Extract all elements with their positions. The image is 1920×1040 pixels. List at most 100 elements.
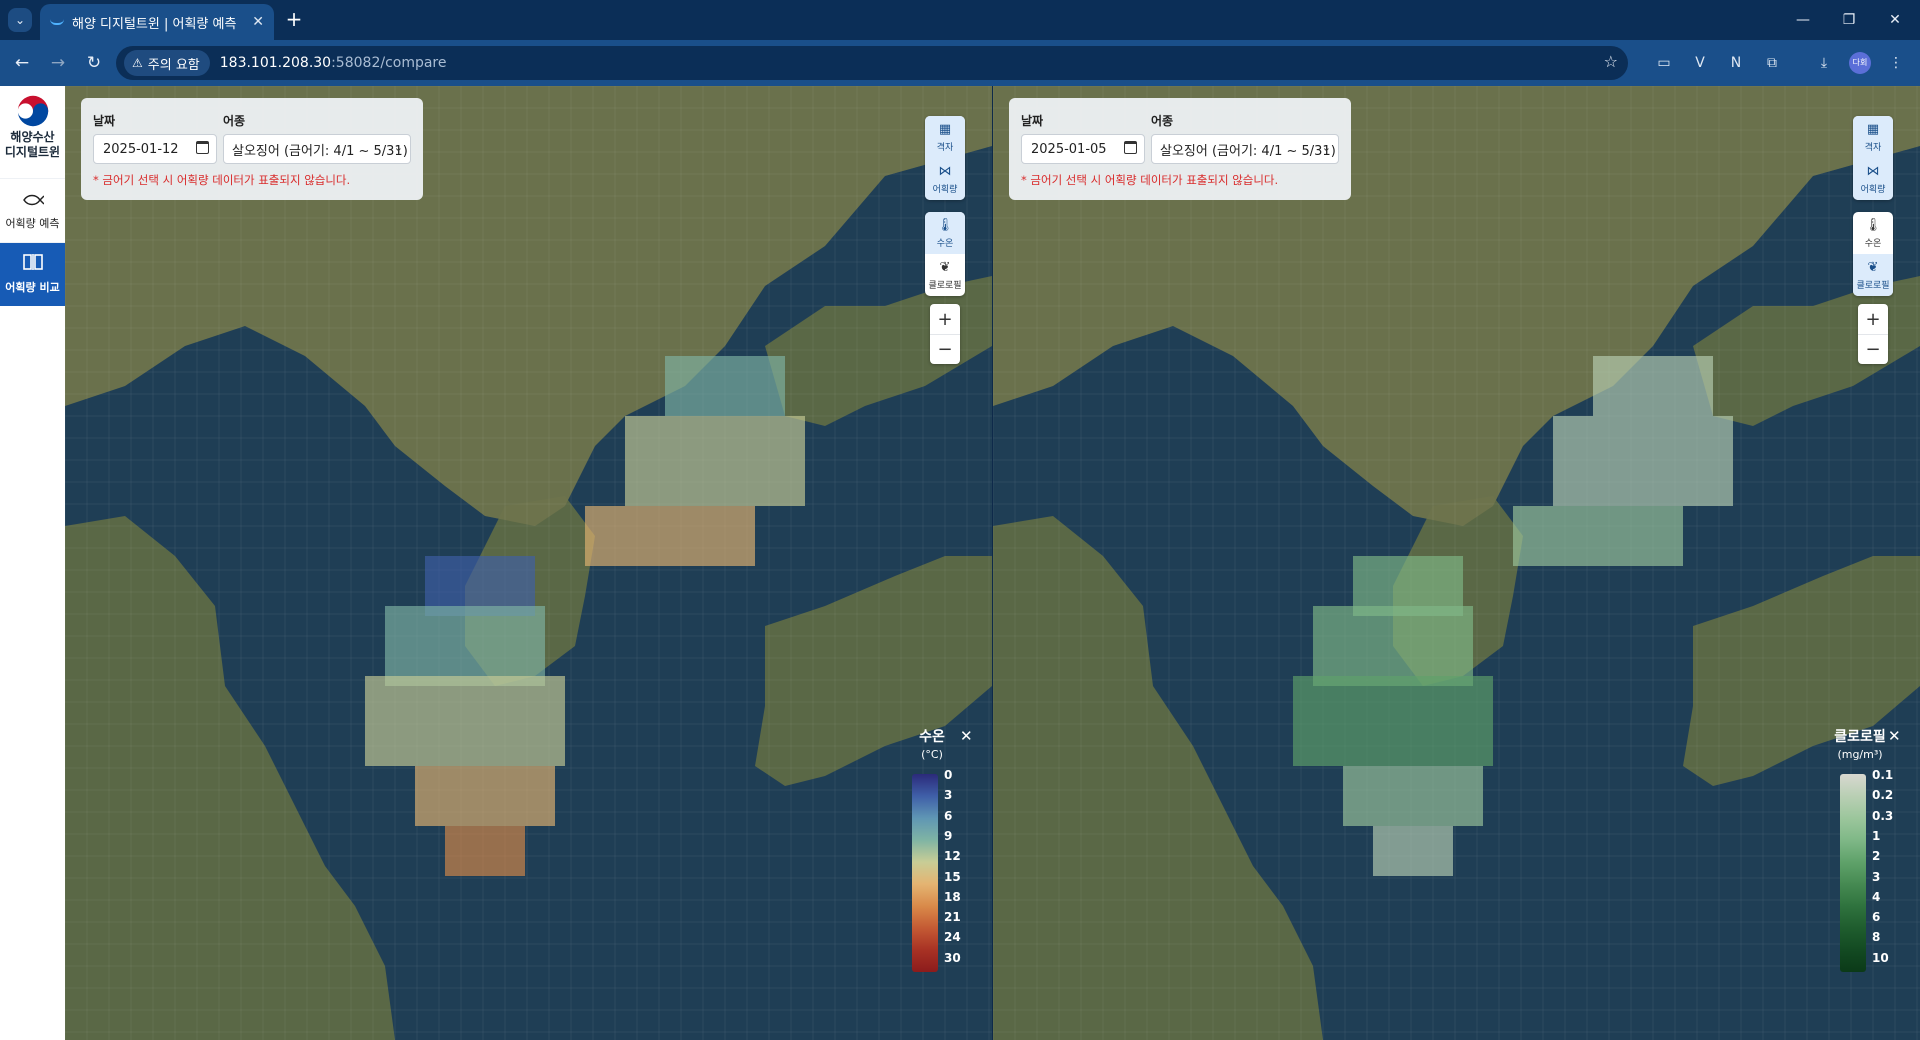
catch-toggle-label: 어획량 [932, 184, 958, 195]
legend-tick-label: 9 [944, 828, 953, 843]
window-close-button[interactable]: ✕ [1872, 0, 1918, 40]
grid-data-block [1513, 506, 1683, 566]
legend-color-bar [1840, 774, 1866, 972]
taegeuk-logo-icon [15, 93, 50, 129]
warning-triangle-icon: ⚠ [132, 56, 143, 70]
zoom-in-button[interactable]: + [930, 304, 960, 334]
zoom-out-button[interactable]: − [1858, 334, 1888, 364]
legend-tick-label: 0.1 [1872, 768, 1894, 782]
legend-close-icon[interactable]: ✕ [960, 727, 973, 745]
address-bar[interactable]: ⚠ 주의 요함 183.101.208.30:58082/compare ☆ [116, 46, 1628, 80]
bookmark-star-icon[interactable]: ☆ [1604, 52, 1618, 71]
tab-close-icon[interactable]: ✕ [252, 14, 264, 30]
extensions-puzzle-icon[interactable]: ⧉ [1760, 51, 1784, 75]
grid-data-block [1593, 356, 1713, 416]
grid-icon: ▦ [1866, 121, 1880, 137]
profile-avatar[interactable]: 다회 [1849, 52, 1871, 74]
sidebar-item-catch-compare[interactable]: 어획량 비교 [0, 242, 65, 306]
temperature-toggle-button[interactable]: 🌡 수온 [1853, 212, 1893, 254]
grid-toggle-label: 격자 [1864, 142, 1882, 153]
minimize-button[interactable]: — [1780, 0, 1826, 40]
species-label: 어종 [223, 114, 246, 128]
temperature-toggle-button[interactable]: 🌡 수온 [925, 212, 965, 254]
new-tab-button[interactable]: + [282, 8, 306, 32]
restore-button[interactable]: ❐ [1826, 0, 1872, 40]
zoom-controls: + − [1858, 304, 1888, 364]
catch-toggle-button[interactable]: ⋈ 어획량 [925, 158, 965, 200]
chlorophyll-toggle-button[interactable]: ❦ 클로로필 [1853, 254, 1893, 296]
grid-toggle-button[interactable]: ▦ 격자 [925, 116, 965, 158]
env-layer-group: 🌡 수온 ❦ 클로로필 [925, 212, 965, 296]
date-input[interactable]: 2025-01-05 [1021, 134, 1145, 164]
map-panel-left[interactable]: 날짜 어종 2025-01-12 살오징어 (금어기: 4/1 ~ 5/31) ⌄… [65, 86, 992, 1040]
legend-tick-label: 0.3 [1872, 808, 1894, 823]
calendar-icon[interactable] [196, 141, 209, 154]
security-warning-chip[interactable]: ⚠ 주의 요함 [124, 50, 210, 76]
catch-toggle-button[interactable]: ⋈ 어획량 [1853, 158, 1893, 200]
date-value: 2025-01-05 [1031, 141, 1107, 157]
closed-season-warning: * 금어기 선택 시 어획량 데이터가 표출되지 않습니다. [1021, 173, 1279, 187]
legend-tick-label: 30 [944, 950, 961, 965]
legend-tick-label: 1 [1872, 828, 1881, 843]
species-select[interactable]: 살오징어 (금어기: 4/1 ~ 5/31) ⌄ [1151, 134, 1339, 164]
browser-tab-active[interactable]: 해양 디지털트윈 | 어획량 예측 ✕ [40, 4, 274, 40]
legend-tick-label: 21 [944, 910, 961, 925]
logo-line-1: 해양수산 [10, 130, 55, 144]
temperature-toggle-label: 수온 [936, 238, 954, 249]
chevron-down-icon: ⌄ [14, 13, 26, 27]
back-arrow-icon[interactable]: ← [10, 51, 34, 75]
legend-tick-label: 8 [1872, 930, 1881, 945]
zoom-out-button[interactable]: − [930, 334, 960, 364]
grid-data-block [1343, 766, 1483, 826]
map-panel-right[interactable]: 날짜 어종 2025-01-05 살오징어 (금어기: 4/1 ~ 5/31) ⌄… [993, 86, 1920, 1040]
notion-icon[interactable]: N [1724, 51, 1748, 75]
satellite-map[interactable] [993, 86, 1920, 1040]
fish-icon: ⋈ [1866, 163, 1880, 179]
chevron-down-icon: ⌄ [393, 141, 403, 154]
legend-title: 클로로필 [1834, 729, 1886, 745]
legend-title: 수온 [919, 729, 945, 745]
menu-dots-icon[interactable]: ⋮ [1884, 51, 1908, 75]
zoom-in-button[interactable]: + [1858, 304, 1888, 334]
logo[interactable]: 해양수산 디지털트윈 [0, 86, 65, 170]
tab-search-button[interactable]: ⌄ [8, 8, 32, 32]
leaf-icon: ❦ [939, 259, 951, 275]
legend-color-bar [912, 774, 938, 972]
extension-v-icon[interactable]: V [1688, 51, 1712, 75]
url-host: 183.101.208.30 [219, 55, 332, 71]
legend-close-icon[interactable]: ✕ [1888, 727, 1901, 745]
grid-data-block [385, 606, 545, 686]
species-select[interactable]: 살오징어 (금어기: 4/1 ~ 5/31) ⌄ [223, 134, 411, 164]
env-layer-group: 🌡 수온 ❦ 클로로필 [1853, 212, 1893, 296]
grid-toggle-button[interactable]: ▦ 격자 [1853, 116, 1893, 158]
fish-icon: ⋈ [938, 163, 952, 179]
grid-data-block [625, 416, 805, 506]
layer-toggle-group: ▦ 격자 ⋈ 어획량 [925, 116, 965, 200]
satellite-map[interactable] [65, 86, 992, 1040]
grid-data-block [445, 826, 525, 876]
legend-tick-label: 0.2 [1872, 788, 1894, 803]
url-text: 183.101.208.30:58082/compare [220, 55, 447, 71]
legend-tick-label: 24 [944, 930, 961, 945]
date-input[interactable]: 2025-01-12 [93, 134, 217, 164]
app-root: 해양수산 디지털트윈 어획량 예측 어획량 비교 날짜 어종 2025-01-1… [0, 86, 1920, 1040]
legend-tick-label: 15 [944, 869, 961, 884]
chlorophyll-legend: 클로로필 (mg/m³) ✕ 0.1 0.2 0.3 1 2 3 4 6 8 10 [1830, 726, 1901, 984]
site-favicon-icon [50, 19, 64, 25]
species-value: 살오징어 (금어기: 4/1 ~ 5/31) [232, 143, 408, 159]
date-value: 2025-01-12 [103, 141, 179, 157]
layer-toggle-group: ▦ 격자 ⋈ 어획량 [1853, 116, 1893, 200]
thermometer-icon: 🌡 [1864, 217, 1882, 233]
fish-icon [22, 191, 45, 210]
forward-arrow-icon[interactable]: → [46, 51, 70, 75]
legend-tick-label: 4 [1872, 889, 1881, 904]
reload-icon[interactable]: ↻ [82, 51, 106, 75]
download-icon[interactable]: ⤓ [1812, 51, 1836, 75]
compare-icon [22, 254, 43, 274]
cast-icon[interactable]: ▭ [1652, 51, 1676, 75]
sidebar-item-catch-forecast[interactable]: 어획량 예측 [0, 178, 65, 242]
sidebar: 해양수산 디지털트윈 어획량 예측 어획량 비교 [0, 86, 65, 1040]
thermometer-icon: 🌡 [936, 217, 954, 233]
calendar-icon[interactable] [1124, 141, 1137, 154]
chlorophyll-toggle-button[interactable]: ❦ 클로로필 [925, 254, 965, 296]
